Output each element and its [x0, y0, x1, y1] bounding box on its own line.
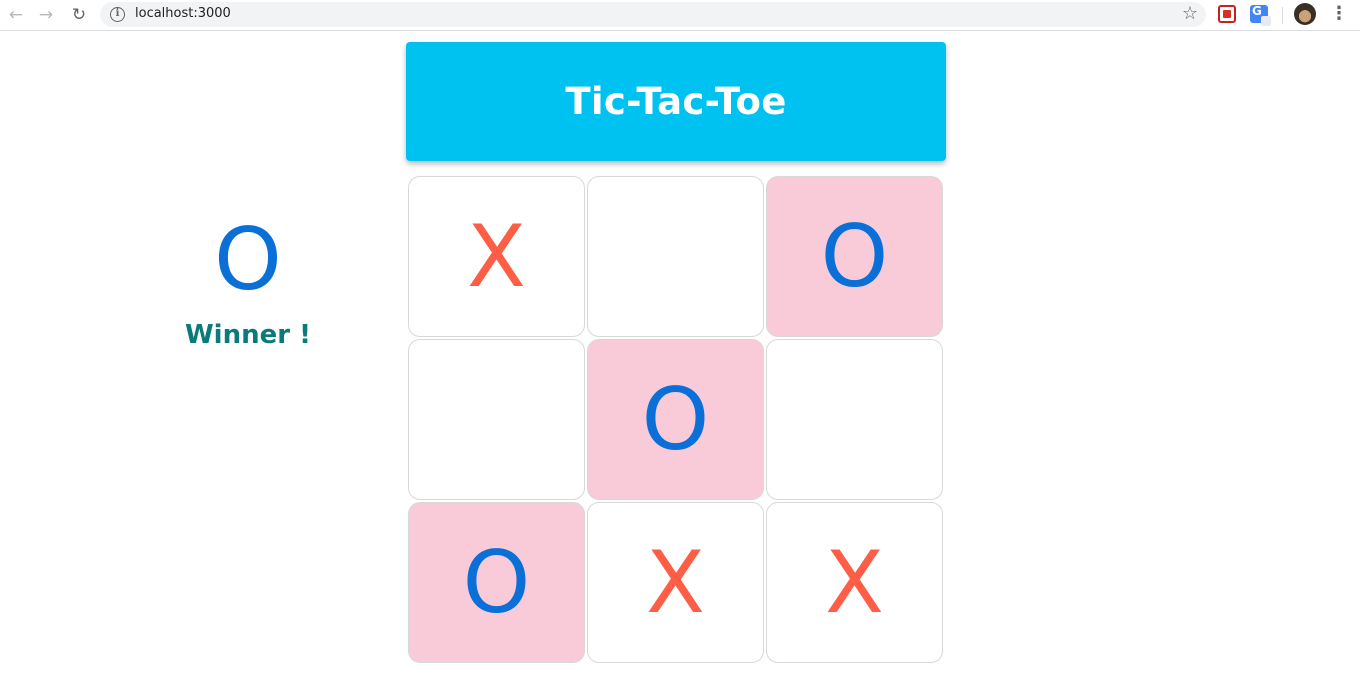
- google-translate-icon[interactable]: G: [1250, 4, 1271, 26]
- bookmark-star-icon[interactable]: ☆: [1182, 3, 1198, 24]
- extension-stop-icon[interactable]: [1218, 5, 1236, 23]
- info-icon[interactable]: i: [110, 7, 125, 22]
- board-cell[interactable]: O: [587, 339, 764, 500]
- board-cell[interactable]: X: [587, 502, 764, 663]
- board-cell[interactable]: [408, 339, 585, 500]
- app-header: Tic-Tac-Toe: [406, 42, 946, 161]
- board-cell[interactable]: X: [408, 176, 585, 337]
- game-board: X O O O X X: [408, 176, 945, 663]
- board-cell[interactable]: [766, 339, 943, 500]
- browser-menu-icon[interactable]: ⋮: [1330, 3, 1348, 25]
- profile-avatar[interactable]: [1294, 3, 1316, 25]
- winner-label: Winner !: [185, 320, 311, 350]
- reload-icon[interactable]: ↻: [67, 4, 91, 26]
- board-cell[interactable]: O: [766, 176, 943, 337]
- url-text[interactable]: localhost:3000: [135, 6, 231, 21]
- back-icon[interactable]: ←: [4, 4, 28, 26]
- board-cell[interactable]: O: [408, 502, 585, 663]
- board-cell[interactable]: [587, 176, 764, 337]
- browser-toolbar: ← → ↻ i localhost:3000 ☆ G ⋮: [0, 0, 1360, 31]
- board-cell[interactable]: X: [766, 502, 943, 663]
- forward-icon[interactable]: →: [34, 4, 58, 26]
- winner-symbol: O: [214, 210, 282, 310]
- game-status: O Winner !: [148, 210, 348, 350]
- address-bar[interactable]: i localhost:3000 ☆: [100, 2, 1206, 27]
- page-title: Tic-Tac-Toe: [565, 80, 787, 123]
- translate-glyph: G: [1252, 4, 1262, 18]
- toolbar-divider: [1282, 7, 1283, 24]
